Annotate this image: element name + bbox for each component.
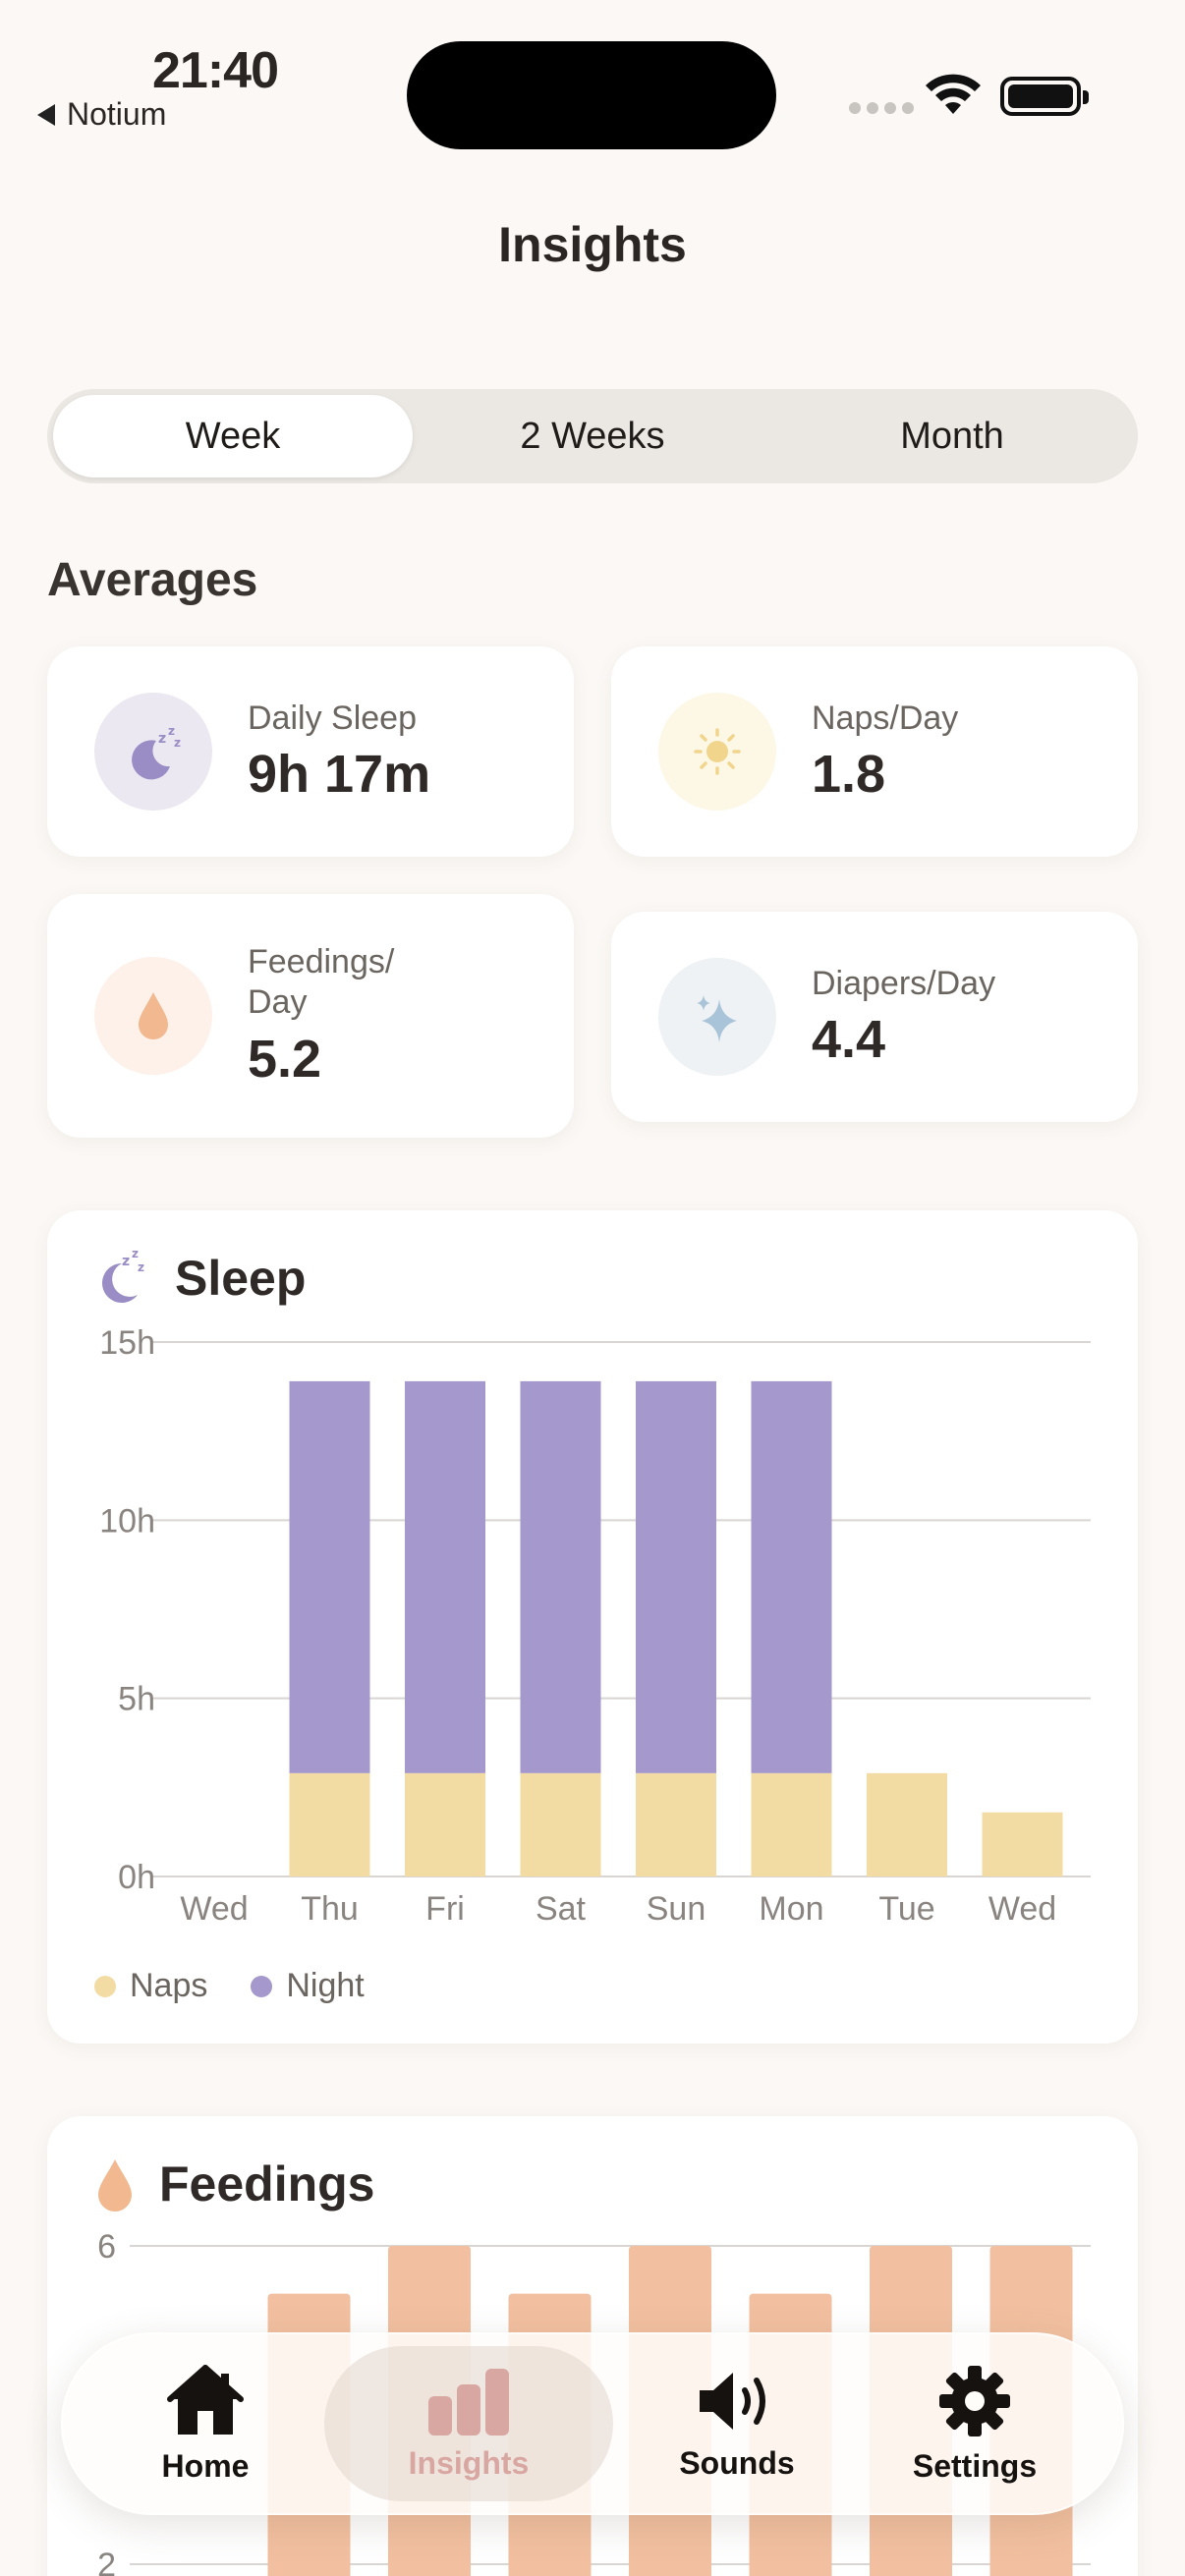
- back-arrow-icon: [37, 103, 55, 126]
- tab-settings[interactable]: Settings: [886, 2332, 1063, 2515]
- page-title: Insights: [498, 217, 687, 272]
- sun-icon: [658, 693, 776, 811]
- daily-sleep-label: Daily Sleep: [248, 699, 417, 737]
- sleep-x-tick-label: Sat: [536, 1890, 587, 1928]
- sleep-x-tick-label: Wed: [988, 1890, 1056, 1928]
- sleep-bar-naps: [289, 1772, 370, 1876]
- sleep-x-tick-label: Tue: [878, 1890, 934, 1928]
- averages-heading: Averages: [47, 554, 258, 606]
- sleep-x-tick-label: Thu: [301, 1890, 359, 1928]
- naps-legend-swatch: [94, 1975, 116, 1997]
- sleep-bar-night: [751, 1380, 832, 1773]
- feedings-label: Feedings/ Day: [248, 943, 395, 1021]
- bar-chart-icon: [428, 2368, 509, 2436]
- sleep-bar-naps: [982, 1812, 1063, 1876]
- daily-sleep-value: 9h 17m: [248, 745, 431, 805]
- sleep-bar-naps: [751, 1772, 832, 1876]
- sleep-y-tick-label: 5h: [118, 1681, 155, 1718]
- sleep-bar-chart: 0h 5h 10h 15h Wed Thu Fri Sat Sun Mon Tue Wed: [99, 1324, 1091, 1928]
- feedings-y-tick-label: 2: [97, 2547, 116, 2576]
- tab-sounds-label: Sounds: [679, 2444, 795, 2481]
- tab-home[interactable]: Home: [140, 2332, 271, 2515]
- segment-week[interactable]: Week: [53, 395, 413, 477]
- battery-icon: [1000, 77, 1089, 116]
- sleep-bar-naps: [520, 1772, 601, 1876]
- naps-label: Naps/Day: [812, 699, 959, 737]
- naps-value: 1.8: [812, 745, 886, 805]
- sleep-x-tick-label: Mon: [759, 1890, 823, 1928]
- status-time: 21:40: [152, 42, 279, 99]
- wifi-icon: [926, 74, 981, 114]
- dynamic-island: [407, 41, 776, 149]
- range-segmented-control: Week 2 Weeks Month: [47, 389, 1138, 483]
- naps-legend-label: Naps: [130, 1967, 208, 2004]
- gear-icon: [939, 2365, 1010, 2436]
- sleep-x-tick-label: Sun: [647, 1890, 706, 1928]
- back-app-label: Notium: [67, 96, 167, 132]
- sleep-bar-naps: [636, 1772, 716, 1876]
- daily-sleep-card: z z z Daily Sleep 9h 17m: [47, 646, 574, 857]
- sleep-bar-night: [636, 1380, 716, 1773]
- tab-insights-label: Insights: [408, 2444, 530, 2481]
- house-icon: [167, 2364, 244, 2435]
- svg-text:z: z: [158, 731, 166, 747]
- feedings-per-day-card: Feedings/ Day 5.2: [47, 894, 574, 1138]
- segment-2-weeks[interactable]: 2 Weeks: [413, 395, 772, 477]
- cellular-signal-icon: [849, 102, 914, 114]
- sleep-bar-naps: [405, 1772, 485, 1876]
- back-to-app-link[interactable]: Notium: [37, 96, 166, 133]
- droplet-icon: [94, 957, 212, 1075]
- speaker-icon: [700, 2372, 765, 2430]
- diapers-per-day-card: Diapers/Day 4.4: [611, 912, 1138, 1122]
- sleep-chart-card: z z z Sleep 0h 5h 10h 15h Wed Thu Fri Sat Sun Mon…: [47, 1210, 1138, 2044]
- feedings-y-tick-label: 6: [97, 2228, 116, 2266]
- night-legend-swatch: [251, 1975, 273, 1997]
- sleep-y-tick-label: 15h: [99, 1324, 155, 1362]
- sleep-bar-night: [520, 1380, 601, 1773]
- tab-insights[interactable]: Insights: [324, 2332, 613, 2515]
- tab-sounds[interactable]: Sounds: [641, 2332, 833, 2515]
- tab-bar: Home Insights Sounds Settings: [61, 2332, 1124, 2515]
- feedings-value: 5.2: [248, 1029, 322, 1089]
- segment-month[interactable]: Month: [772, 395, 1132, 477]
- sleep-x-tick-label: Fri: [425, 1890, 465, 1928]
- diapers-value: 4.4: [812, 1010, 886, 1070]
- sparkle-icon: [658, 958, 776, 1076]
- sleep-bar-naps: [867, 1772, 947, 1876]
- sleep-y-tick-label: 10h: [99, 1502, 155, 1540]
- svg-text:z: z: [174, 736, 181, 750]
- moon-zzz-icon: z z z: [94, 693, 212, 811]
- tab-home-label: Home: [161, 2447, 250, 2484]
- sleep-bar-night: [289, 1380, 370, 1773]
- sleep-y-tick-label: 0h: [118, 1859, 155, 1896]
- tab-settings-label: Settings: [912, 2447, 1038, 2484]
- diapers-label: Diapers/Day: [812, 964, 996, 1002]
- sleep-x-tick-label: Wed: [180, 1890, 248, 1928]
- sleep-bar-night: [405, 1380, 485, 1773]
- night-legend-label: Night: [286, 1967, 365, 2004]
- naps-per-day-card: Naps/Day 1.8: [611, 646, 1138, 857]
- sleep-chart-legend: Naps Night: [94, 1967, 365, 2005]
